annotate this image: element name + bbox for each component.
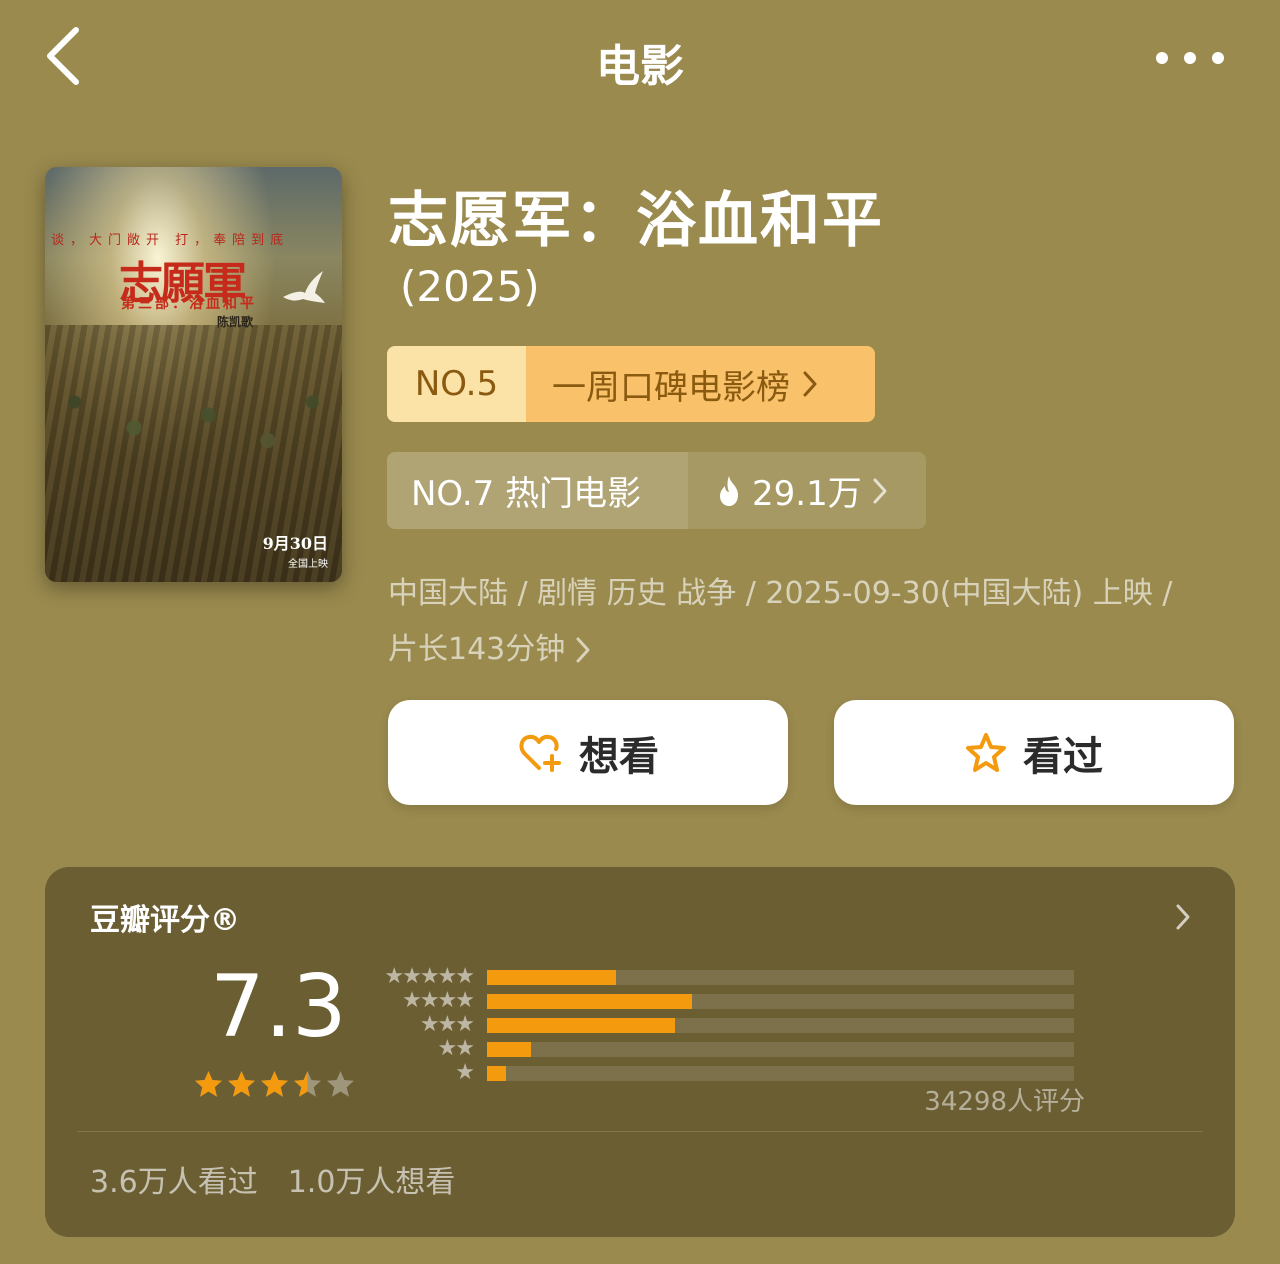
top-bar: 电影 <box>0 0 1280 120</box>
more-dots-icon <box>1156 52 1224 64</box>
distribution-row: ★★★★ <box>375 989 1095 1013</box>
distribution-track <box>487 1017 1074 1033</box>
distribution-bar <box>487 1041 532 1057</box>
movie-poster[interactable]: 谈，大门敞开 打，奉陪到底 志願軍 第三部：浴血和平 陈凯歌 9月30日 全国上… <box>45 167 342 582</box>
distribution-row: ★★ <box>375 1037 1095 1061</box>
card-divider <box>77 1131 1203 1132</box>
distribution-bar <box>487 1065 507 1081</box>
meta-runtime-link[interactable]: 片长143分钟 <box>388 622 591 678</box>
distribution-track <box>487 969 1074 985</box>
distribution-stars-label: ★★ <box>437 1036 475 1061</box>
want-to-watch-button[interactable]: 想看 <box>388 700 788 805</box>
want-count: 1.0万人想看 <box>287 1165 456 1200</box>
star-filled-icon <box>228 1071 255 1097</box>
poster-tagline: 谈，大门敞开 打，奉陪到底 <box>51 233 290 248</box>
rank-list-name: 一周口碑电影榜 <box>526 346 875 422</box>
movie-meta-info: 中国大陆 / 剧情 历史 战争 / 2025-09-30(中国大陆) 上映 / … <box>388 566 1248 678</box>
distribution-stars-label: ★ <box>455 1060 475 1085</box>
hot-count-value: 29.1万 <box>752 474 862 514</box>
watched-button[interactable]: 看过 <box>834 700 1234 805</box>
rating-distribution: ★★★★★ ★★★★ ★★★ ★★ ★ <box>375 965 1095 1085</box>
distribution-row: ★★★★★ <box>375 965 1095 989</box>
heart-plus-icon <box>519 734 561 772</box>
rater-count: 34298人评分 <box>924 1087 1085 1117</box>
distribution-track <box>487 1041 1074 1057</box>
hot-count: 29.1万 <box>688 452 926 529</box>
rank-number: NO.5 <box>387 346 526 422</box>
poster-subtitle-art: 第三部：浴血和平 <box>121 296 257 312</box>
star-filled-icon <box>261 1071 288 1097</box>
seen-count: 3.6万人看过 <box>90 1165 258 1200</box>
distribution-track <box>487 1065 1074 1081</box>
distribution-track <box>487 993 1074 1009</box>
star-half-icon <box>294 1071 321 1097</box>
star-outline-icon <box>966 732 1006 772</box>
star-empty-icon <box>327 1071 354 1097</box>
chevron-right-icon <box>803 371 817 397</box>
hot-rank-label: NO.7 热门电影 <box>387 452 688 529</box>
dove-icon <box>283 271 325 303</box>
flame-icon <box>720 475 738 506</box>
distribution-stars-label: ★★★ <box>419 1012 475 1037</box>
distribution-stars-label: ★★★★ <box>402 988 475 1013</box>
card-footer: 3.6万人看过 1.0万人想看 <box>90 1157 455 1201</box>
rank-list-label: 一周口碑电影榜 <box>552 367 790 408</box>
poster-date-art: 9月30日 <box>262 534 328 553</box>
chevron-right-icon <box>873 478 887 503</box>
meta-line-2: 片长143分钟 <box>388 632 566 667</box>
rating-score: 7.3 <box>210 957 347 1057</box>
distribution-row: ★★★ <box>375 1013 1095 1037</box>
poster-director-art: 陈凯歌 <box>217 315 254 329</box>
want-to-watch-label: 想看 <box>579 733 659 780</box>
douban-rating-card[interactable]: 豆瓣评分® 7.3 ★★★★★ ★★★★ ★★★ ★★ ★ 34298人评分 3.6万人… <box>45 867 1235 1237</box>
page-title: 电影 <box>596 41 684 92</box>
chevron-right-icon <box>576 637 590 663</box>
movie-title: 志愿军：浴血和平 <box>388 186 884 256</box>
star-filled-icon <box>195 1071 222 1097</box>
rating-stars <box>193 1069 356 1099</box>
watched-label: 看过 <box>1023 733 1103 780</box>
weekly-rank-badge[interactable]: NO.5 一周口碑电影榜 <box>387 346 875 422</box>
distribution-bar <box>487 969 617 985</box>
more-button[interactable] <box>1150 40 1230 76</box>
meta-line-1: 中国大陆 / 剧情 历史 战争 / 2025-09-30(中国大陆) 上映 / <box>388 576 1173 611</box>
distribution-stars-label: ★★★★★ <box>384 964 475 989</box>
poster-release-art: 全国上映 <box>288 559 328 570</box>
chevron-right-icon[interactable] <box>1175 903 1191 931</box>
movie-year: (2025) <box>400 262 540 311</box>
distribution-bar <box>487 993 693 1009</box>
distribution-bar <box>487 1017 675 1033</box>
rating-label: 豆瓣评分® <box>90 903 240 938</box>
hot-movie-badge[interactable]: NO.7 热门电影 29.1万 <box>387 452 926 529</box>
